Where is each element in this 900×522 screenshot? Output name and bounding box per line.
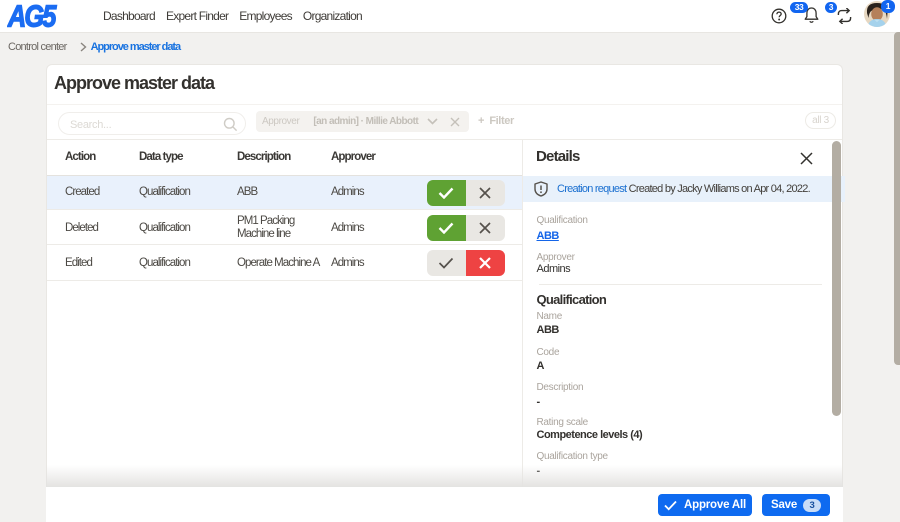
svg-text:AG5: AG5 — [7, 2, 58, 30]
